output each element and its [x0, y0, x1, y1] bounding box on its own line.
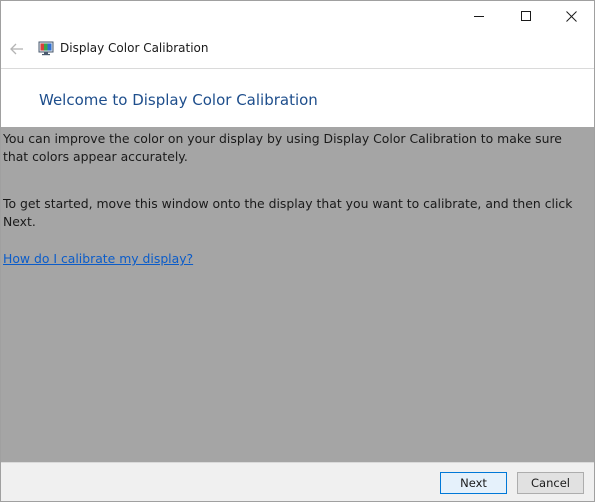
- next-button[interactable]: Next: [440, 472, 507, 494]
- close-button[interactable]: [548, 1, 594, 31]
- back-arrow-icon: [10, 43, 23, 55]
- navigation-bar: Display Color Calibration: [1, 33, 594, 67]
- minimize-button[interactable]: [456, 1, 502, 31]
- minimize-icon: [474, 15, 484, 17]
- page-heading: Welcome to Display Color Calibration: [39, 91, 318, 109]
- page-header: Welcome to Display Color Calibration: [1, 68, 594, 127]
- footer: Next Cancel: [1, 462, 594, 501]
- maximize-button[interactable]: [503, 1, 549, 31]
- window-title: Display Color Calibration: [60, 41, 209, 55]
- intro-paragraph: You can improve the color on your displa…: [3, 131, 562, 164]
- back-button[interactable]: [7, 39, 27, 59]
- maximize-icon: [521, 11, 531, 21]
- content-area: You can improve the color on your displa…: [1, 127, 594, 462]
- help-link[interactable]: How do I calibrate my display?: [3, 250, 193, 268]
- instructions-paragraph: To get started, move this window onto th…: [3, 196, 573, 229]
- cancel-button[interactable]: Cancel: [517, 472, 584, 494]
- title-bar: [1, 1, 594, 33]
- display-color-calibration-window: Display Color Calibration Welcome to Dis…: [0, 0, 595, 502]
- close-icon: [565, 10, 577, 22]
- display-color-calibration-icon: [38, 41, 54, 56]
